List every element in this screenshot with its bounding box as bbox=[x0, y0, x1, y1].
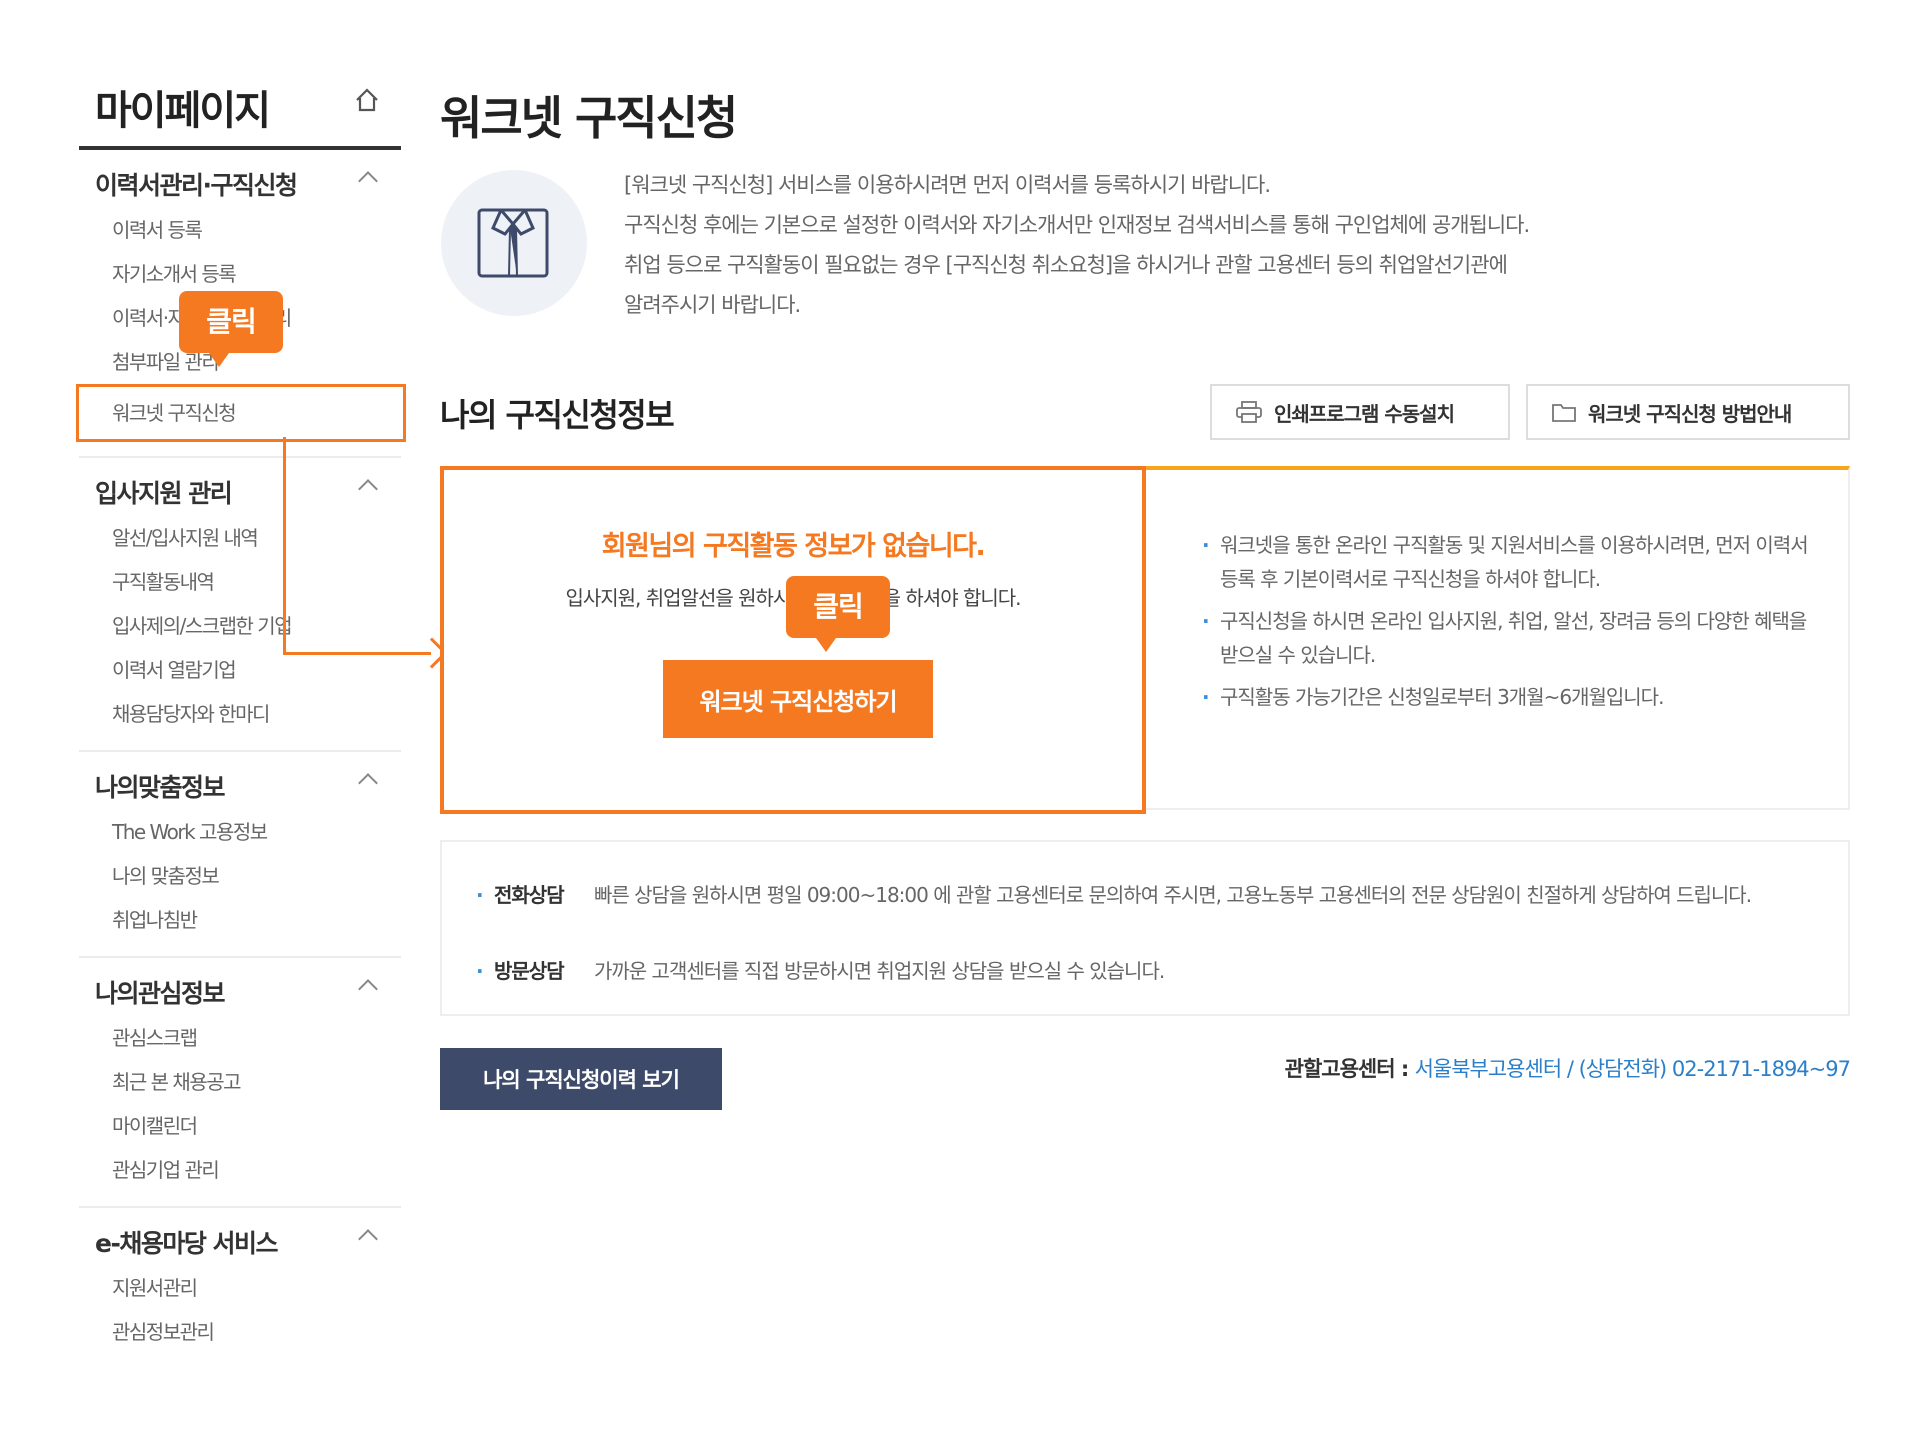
consult-text: 빠른 상담을 원하시면 평일 09:00~18:00 에 관할 고용센터로 문의… bbox=[594, 883, 1752, 907]
sidebar-item-custom-info[interactable]: 나의 맞춤정보 bbox=[79, 854, 401, 898]
sidebar-item-calendar[interactable]: 마이캘린더 bbox=[79, 1104, 401, 1148]
sidebar-item-activity-history[interactable]: 구직활동내역 bbox=[79, 560, 401, 604]
sidebar-item-cover-letter[interactable]: 자기소개서 등록 bbox=[79, 252, 401, 296]
center-link[interactable]: 서울북부고용센터 / (상담전화) 02-2171-1894~97 bbox=[1415, 1057, 1851, 1081]
employment-center-info: 관할고용센터 : 서울북부고용센터 / (상담전화) 02-2171-1894~… bbox=[1284, 1053, 1851, 1083]
home-icon[interactable] bbox=[353, 86, 381, 114]
print-program-label: 인쇄프로그램 수동설치 bbox=[1274, 401, 1455, 426]
apply-guide-label: 워크넷 구직신청 방법안내 bbox=[1588, 401, 1792, 426]
consult-text: 가까운 고객센터를 직접 방문하시면 취업지원 상담을 받으실 수 있습니다. bbox=[594, 959, 1165, 983]
sidebar-item-offers[interactable]: 입사제의/스크랩한 기업 bbox=[79, 604, 401, 648]
sidebar-item-recruiter-message[interactable]: 채용담당자와 한마디 bbox=[79, 692, 401, 736]
no-info-message: 회원님의 구직활동 정보가 없습니다. bbox=[601, 531, 986, 562]
intro-line: 알려주시기 바랍니다. bbox=[624, 293, 801, 317]
print-program-button[interactable]: 인쇄프로그램 수동설치 bbox=[1210, 384, 1510, 440]
worknet-apply-button[interactable]: 워크넷 구직신청하기 bbox=[663, 660, 933, 738]
sidebar-header: 마이페이지 bbox=[79, 72, 401, 150]
sidebar-item-compass[interactable]: 취업나침반 bbox=[79, 898, 401, 942]
chevron-up-icon[interactable] bbox=[358, 773, 378, 793]
section-title: 나의관심정보 bbox=[95, 979, 226, 1008]
section-title: e-채용마당 서비스 bbox=[95, 1229, 279, 1258]
consult-label: 방문상담 bbox=[494, 959, 565, 983]
application-status-box: 회원님의 구직활동 정보가 없습니다. 입사지원, 취업알선을 원하시면 구직신… bbox=[440, 466, 1850, 814]
section-header[interactable]: 입사지원 관리 bbox=[79, 458, 401, 516]
note-item: 구직활동 가능기간은 신청일로부터 3개월~6개월입니다. bbox=[1202, 680, 1822, 714]
sidebar: 마이페이지 이력서관리·구직신청 이력서 등록 자기소개서 등록 이력서·자기소… bbox=[76, 72, 406, 1368]
intro-line: 취업 등으로 구직활동이 필요없는 경우 [구직신청 취소요청]을 하시거나 관… bbox=[624, 253, 1508, 277]
sidebar-item-resume-register[interactable]: 이력서 등록 bbox=[79, 208, 401, 252]
consult-visit-row: · 방문상담 가까운 고객센터를 직접 방문하시면 취업지원 상담을 받으실 수… bbox=[476, 954, 1804, 988]
consult-label: 전화상담 bbox=[494, 883, 565, 907]
consult-info-box: · 전화상담 빠른 상담을 원하시면 평일 09:00~18:00 에 관할 고… bbox=[440, 840, 1850, 1016]
section-header[interactable]: e-채용마당 서비스 bbox=[79, 1208, 401, 1266]
sidebar-title: 마이페이지 bbox=[95, 88, 271, 134]
note-item: 구직신청을 하시면 온라인 입사지원, 취업, 알선, 장려금 등의 다양한 혜… bbox=[1202, 604, 1822, 672]
bullet: · bbox=[476, 883, 484, 907]
apply-guide-button[interactable]: 워크넷 구직신청 방법안내 bbox=[1526, 384, 1850, 440]
folder-icon bbox=[1552, 404, 1576, 422]
sidebar-item-scrap[interactable]: 관심스크랩 bbox=[79, 1016, 401, 1060]
chevron-up-icon[interactable] bbox=[358, 171, 378, 191]
chevron-up-icon[interactable] bbox=[358, 479, 378, 499]
printer-icon bbox=[1236, 401, 1262, 423]
intro-line: [워크넷 구직신청] 서비스를 이용하시려면 먼저 이력서를 등록하시기 바랍니… bbox=[624, 173, 1271, 197]
section-header[interactable]: 이력서관리·구직신청 bbox=[79, 150, 401, 208]
shirt-icon bbox=[477, 208, 549, 278]
sidebar-item-interest-company[interactable]: 관심기업 관리 bbox=[79, 1148, 401, 1192]
sidebar-section-custom-info: 나의맞춤정보 The Work 고용정보 나의 맞춤정보 취업나침반 bbox=[79, 752, 401, 958]
intro-text: [워크넷 구직신청] 서비스를 이용하시려면 먼저 이력서를 등록하시기 바랍니… bbox=[624, 165, 1724, 325]
sidebar-section-applications: 입사지원 관리 알선/입사지원 내역 구직활동내역 입사제의/스크랩한 기업 이… bbox=[79, 458, 401, 752]
sidebar-item-application-history[interactable]: 알선/입사지원 내역 bbox=[79, 516, 401, 560]
sidebar-item-interest-info[interactable]: 관심정보관리 bbox=[79, 1310, 401, 1354]
section-title: 이력서관리·구직신청 bbox=[95, 171, 298, 200]
sidebar-item-worknet-apply[interactable]: 워크넷 구직신청 bbox=[76, 384, 406, 442]
note-item: 워크넷을 통한 온라인 구직활동 및 지원서비스를 이용하시려면, 먼저 이력서… bbox=[1202, 528, 1822, 596]
status-empty-panel: 회원님의 구직활동 정보가 없습니다. 입사지원, 취업알선을 원하시면 구직신… bbox=[440, 466, 1146, 814]
sidebar-item-thework[interactable]: The Work 고용정보 bbox=[79, 810, 401, 854]
intro-line: 구직신청 후에는 기본으로 설정한 이력서와 자기소개서만 인재정보 검색서비스… bbox=[624, 213, 1530, 237]
section-title: 나의맞춤정보 bbox=[95, 773, 226, 802]
sidebar-item-recent-jobs[interactable]: 최근 본 채용공고 bbox=[79, 1060, 401, 1104]
center-label: 관할고용센터 : bbox=[1284, 1057, 1415, 1081]
bullet: · bbox=[476, 959, 484, 983]
section-header[interactable]: 나의관심정보 bbox=[79, 958, 401, 1016]
page-title: 워크넷 구직신청 bbox=[440, 91, 738, 145]
connector-line bbox=[283, 652, 431, 655]
application-history-button[interactable]: 나의 구직신청이력 보기 bbox=[440, 1048, 722, 1110]
sidebar-section-e-recruit: e-채용마당 서비스 지원서관리 관심정보관리 bbox=[79, 1208, 401, 1368]
chevron-up-icon[interactable] bbox=[358, 1229, 378, 1249]
sidebar-item-application-forms[interactable]: 지원서관리 bbox=[79, 1266, 401, 1310]
section-title: 입사지원 관리 bbox=[95, 479, 233, 508]
chevron-up-icon[interactable] bbox=[358, 979, 378, 999]
section-title-my-application: 나의 구직신청정보 bbox=[440, 396, 675, 434]
status-notes: 워크넷을 통한 온라인 구직활동 및 지원서비스를 이용하시려면, 먼저 이력서… bbox=[1202, 528, 1822, 722]
connector-line bbox=[283, 437, 286, 655]
click-callout: 클릭 bbox=[179, 291, 283, 367]
sidebar-section-interest: 나의관심정보 관심스크랩 최근 본 채용공고 마이캘린더 관심기업 관리 bbox=[79, 958, 401, 1208]
section-header[interactable]: 나의맞춤정보 bbox=[79, 752, 401, 810]
click-callout: 클릭 bbox=[786, 576, 890, 652]
consult-phone-row: · 전화상담 빠른 상담을 원하시면 평일 09:00~18:00 에 관할 고… bbox=[476, 878, 1804, 912]
